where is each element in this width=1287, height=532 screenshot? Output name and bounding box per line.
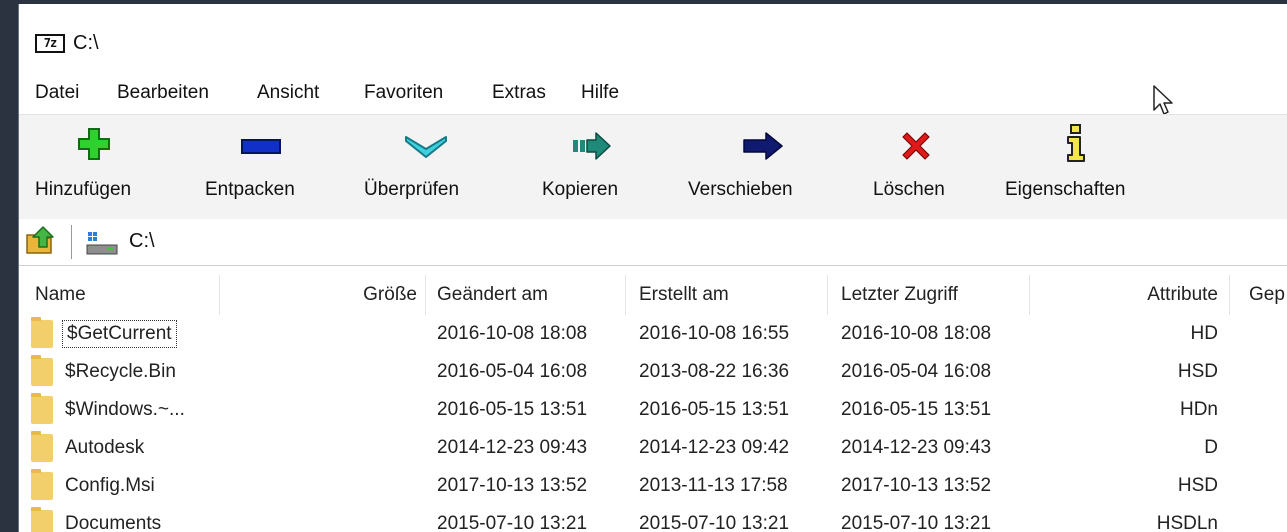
extract-button-label: Entpacken [205,179,295,200]
column-divider[interactable] [219,275,220,315]
file-created: 2016-10-08 16:55 [639,323,790,344]
info-i-icon [1067,124,1085,162]
file-name: $Windows.~... [65,399,185,420]
mouse-cursor-icon [1153,85,1173,115]
folder-icon [31,355,53,386]
copy-button-label: Kopieren [542,179,619,200]
test-check-icon [405,136,447,158]
file-row[interactable]: Autodesk 2014-12-23 09:43 2014-12-23 09:… [19,429,1287,467]
folder-icon [31,393,53,424]
folder-icon [31,507,53,532]
add-button-label: Hinzufügen [35,179,132,200]
file-attributes: HD [1190,323,1218,344]
copy-button[interactable]: Kopieren [524,115,654,219]
column-divider[interactable] [1229,275,1230,315]
folder-icon [31,431,53,462]
file-created: 2013-08-22 16:36 [639,361,790,382]
file-created: 2015-07-10 13:21 [639,513,790,532]
file-modified: 2016-05-15 13:51 [437,399,588,420]
menu-ansicht[interactable]: Ansicht [257,82,319,104]
column-header-accessed[interactable]: Letzter Zugriff [841,275,958,315]
move-button[interactable]: Verschieben [684,115,834,219]
file-modified: 2016-05-04 16:08 [437,361,588,382]
column-divider[interactable] [827,275,828,315]
file-name: Config.Msi [65,475,155,496]
column-header-created[interactable]: Erstellt am [639,275,729,315]
column-header-packed[interactable]: Gep [1249,275,1285,315]
extract-button[interactable]: Entpacken [189,115,329,219]
add-button[interactable]: Hinzufügen [19,115,179,219]
column-header-size[interactable]: Größe [337,275,417,315]
folder-icon [31,317,53,348]
move-arrow-icon [743,132,783,160]
file-name: Documents [65,513,162,532]
file-attributes: HDn [1179,399,1218,420]
window-title: C:\ [73,32,99,54]
test-button-label: Überprüfen [364,179,460,200]
add-plus-icon [78,128,110,160]
menu-bearbeiten[interactable]: Bearbeiten [117,82,209,104]
column-header-attributes[interactable]: Attribute [1119,275,1218,315]
move-button-label: Verschieben [688,179,793,200]
file-attributes: HSD [1177,475,1218,496]
file-accessed: 2015-07-10 13:21 [841,513,992,532]
column-header-row: Name Größe Geändert am Erstellt am Letzt… [19,275,1287,315]
file-accessed: 2016-05-15 13:51 [841,399,992,420]
folder-up-icon[interactable] [23,225,57,257]
file-created: 2014-12-23 09:42 [639,437,790,458]
file-modified: 2015-07-10 13:21 [437,513,588,532]
file-row[interactable]: Documents 2015-07-10 13:21 2015-07-10 13… [19,505,1287,532]
menu-favoriten[interactable]: Favoriten [364,82,443,104]
menu-bar: Datei Bearbeiten Ansicht Favoriten Extra… [19,78,1287,110]
properties-button-label: Eigenschaften [1005,179,1126,200]
file-row[interactable]: $Recycle.Bin 2016-05-04 16:08 2013-08-22… [19,353,1287,391]
delete-x-icon [902,132,930,160]
column-header-name[interactable]: Name [35,275,86,315]
file-row[interactable]: $Windows.~... 2016-05-15 13:51 2016-05-1… [19,391,1287,429]
delete-button-label: Löschen [873,179,945,200]
properties-button[interactable]: Eigenschaften [999,115,1159,219]
file-attributes: D [1204,437,1218,458]
7zip-file-manager-window: 7z C:\ Datei Bearbeiten Ansicht Favorite… [18,4,1287,532]
toolbar: Hinzufügen Entpacken Überprüfen Kopieren [19,114,1287,220]
address-bar: C:\ [19,219,1287,266]
file-accessed: 2017-10-13 13:52 [841,475,992,496]
menu-extras[interactable]: Extras [492,82,546,104]
file-created: 2013-11-13 17:58 [639,475,788,496]
file-row[interactable]: $GetCurrent 2016-10-08 18:08 2016-10-08 … [19,315,1287,353]
file-modified: 2014-12-23 09:43 [437,437,588,458]
copy-arrow-icon [573,132,611,160]
drive-icon [86,232,118,255]
menu-hilfe[interactable]: Hilfe [581,82,619,104]
file-created: 2016-05-15 13:51 [639,399,790,420]
column-divider[interactable] [425,275,426,315]
7zip-app-icon: 7z [35,34,65,53]
test-button[interactable]: Überprüfen [354,115,494,219]
delete-button[interactable]: Löschen [859,115,979,219]
menu-datei[interactable]: Datei [35,82,79,104]
column-header-modified[interactable]: Geändert am [437,275,548,315]
file-accessed: 2016-05-04 16:08 [841,361,992,382]
folder-icon [31,469,53,500]
file-modified: 2016-10-08 18:08 [437,323,588,344]
file-name: Autodesk [65,437,145,458]
extract-minus-icon [241,139,281,154]
file-attributes: HSD [1177,361,1218,382]
file-accessed: 2014-12-23 09:43 [841,437,992,458]
address-separator [71,225,72,259]
address-path[interactable]: C:\ [129,230,155,253]
file-name: $Recycle.Bin [65,361,176,382]
column-divider[interactable] [625,275,626,315]
file-attributes: HSDLn [1156,513,1218,532]
file-modified: 2017-10-13 13:52 [437,475,588,496]
title-bar: 7z C:\ [19,4,1287,74]
file-name: $GetCurrent [62,320,177,348]
column-divider[interactable] [1029,275,1030,315]
file-row[interactable]: Config.Msi 2017-10-13 13:52 2013-11-13 1… [19,467,1287,505]
file-accessed: 2016-10-08 18:08 [841,323,992,344]
file-list: $GetCurrent 2016-10-08 18:08 2016-10-08 … [19,315,1287,532]
